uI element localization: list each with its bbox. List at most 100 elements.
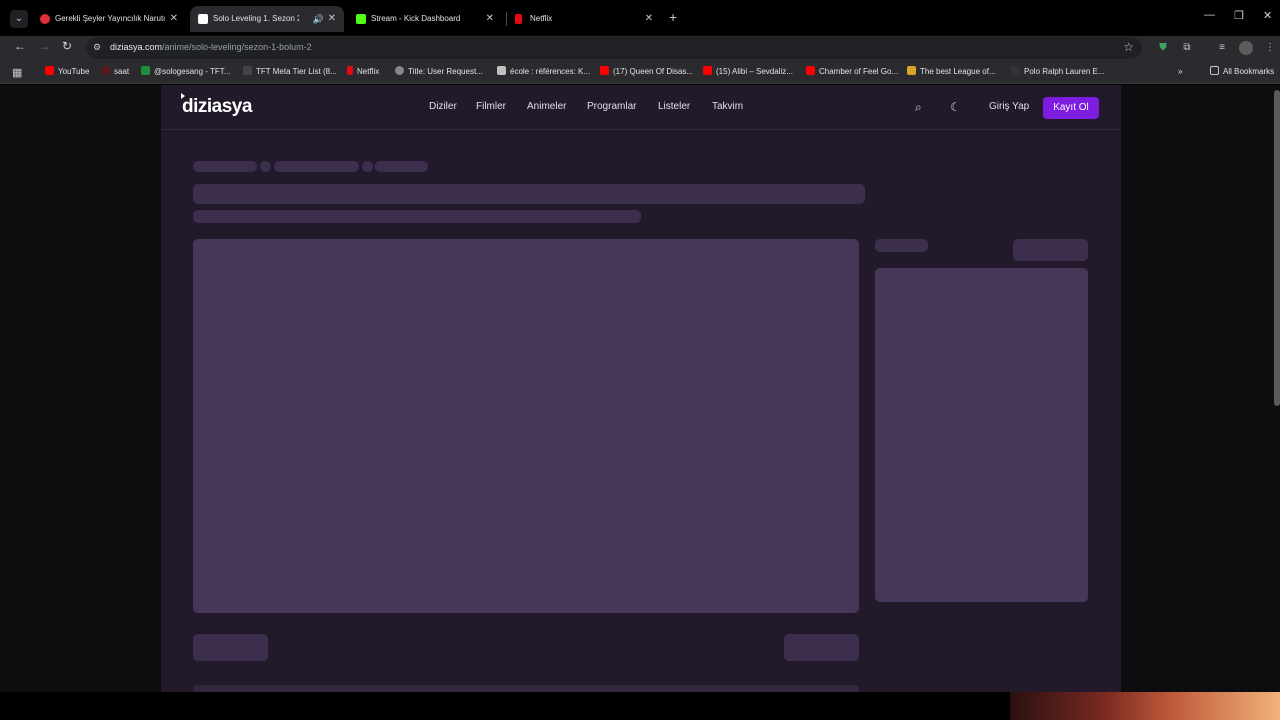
tab-gerekli-seyler[interactable]: Gerekli Şeyler Yayıncılık Naruto ✕ (32, 6, 186, 32)
bookmark-netflix[interactable]: Netflix (347, 66, 379, 78)
back-arrow-icon[interactable]: ← (14, 39, 26, 53)
bookmark-label: (15) Alibi – Sevdaliz... (716, 67, 793, 76)
tab-netflix[interactable]: Netflix ✕ (507, 6, 661, 32)
bookmark-ecole[interactable]: école : références: K... (497, 66, 590, 78)
speaker-icon[interactable]: 🔊 (313, 6, 324, 32)
tab-title: Netflix (530, 14, 553, 23)
dark-mode-moon-icon[interactable]: ☾ (950, 100, 961, 114)
bookmark-tft-meta[interactable]: TFT Meta Tier List (8... (243, 66, 337, 78)
bookmark-youtube[interactable]: YouTube (45, 66, 89, 78)
bookmark-queen-of-disas[interactable]: (17) Queen Of Disas... (600, 66, 693, 78)
bookmark-label: Chamber of Feel Go... (819, 67, 899, 76)
new-tab-button[interactable]: + (669, 9, 677, 25)
polo-icon (1011, 66, 1020, 75)
bookmark-label: saat (114, 67, 130, 76)
tab-favicon-icon (515, 14, 522, 24)
nav-takvim[interactable]: Takvim (712, 101, 743, 112)
close-icon[interactable]: ✕ (645, 6, 653, 32)
url-host: diziasya.com (110, 42, 163, 52)
youtube-icon (806, 66, 815, 75)
nav-diziler[interactable]: Diziler (429, 101, 457, 112)
tab-favicon-icon (40, 14, 50, 24)
reload-icon[interactable]: ↻ (62, 39, 72, 53)
signup-button[interactable]: Kayıt Ol (1043, 97, 1099, 119)
bookmark-label: école : références: K... (510, 67, 591, 76)
bookmark-saat[interactable]: saat (101, 66, 129, 78)
all-bookmarks[interactable]: All Bookmarks (1210, 66, 1274, 78)
login-button[interactable]: Giriş Yap (989, 101, 1029, 112)
page-scrollbar[interactable] (1274, 90, 1280, 406)
profile-avatar[interactable] (1239, 41, 1253, 55)
window-close-icon[interactable]: ✕ (1263, 9, 1272, 22)
extension-shield-icon[interactable]: ⛊ (1156, 41, 1170, 55)
youtube-icon (600, 66, 609, 75)
nav-listeler[interactable]: Listeler (658, 101, 690, 112)
url-path: /anime/solo-leveling/sezon-1-bolum-2 (162, 42, 312, 52)
more-bookmarks-icon[interactable]: » (1178, 66, 1182, 78)
page-icon (497, 66, 506, 75)
skeleton-sidebar-label (875, 239, 928, 252)
tab-title: Stream - Kick Dashboard (371, 14, 461, 23)
site-info-icon[interactable]: ⚙ (93, 42, 101, 53)
bookmark-label: (17) Queen Of Disas... (613, 67, 694, 76)
tab-title: Solo Leveling 1. Sezon 2. Bö (213, 14, 299, 23)
minimize-icon[interactable]: — (1204, 9, 1215, 21)
nav-filmler[interactable]: Filmler (476, 101, 506, 112)
tab-favicon-icon (198, 14, 208, 24)
netflix-icon (347, 66, 353, 75)
bookmark-league[interactable]: The best League of... (907, 66, 996, 78)
tab-strip: ⌄ Gerekli Şeyler Yayıncılık Naruto ✕ Sol… (0, 0, 1280, 36)
bookmark-star-icon[interactable]: ☆ (1123, 40, 1134, 54)
extensions-puzzle-icon[interactable]: ⧉ (1180, 41, 1194, 55)
skeleton-comments (193, 685, 859, 692)
bookmark-label: The best League of... (920, 67, 996, 76)
forward-arrow-icon[interactable]: → (38, 39, 50, 53)
search-icon[interactable]: ⌕ (915, 100, 922, 115)
skeleton-title (193, 184, 865, 204)
bookmark-label: YouTube (58, 67, 90, 76)
bookmark-alibi[interactable]: (15) Alibi – Sevdaliz... (703, 66, 793, 78)
nav-animeler[interactable]: Animeler (527, 101, 566, 112)
skeleton-breadcrumb (375, 161, 428, 172)
page-viewport: diziasya Diziler Filmler Animeler Progra… (0, 85, 1280, 692)
media-controls-icon[interactable]: ≡ (1215, 41, 1229, 55)
bookmark-polo[interactable]: Polo Ralph Lauren E... (1011, 66, 1105, 78)
skeleton-video-player (193, 239, 859, 613)
nav-programlar[interactable]: Programlar (587, 101, 636, 112)
skeleton-breadcrumb-dot (260, 161, 271, 172)
bookmark-user-request[interactable]: Title: User Request... (395, 66, 483, 78)
league-icon (907, 66, 916, 75)
skeleton-subtitle (193, 210, 641, 223)
site-logo[interactable]: diziasya (182, 96, 252, 118)
close-icon[interactable]: ✕ (328, 6, 336, 32)
tab-kick-dashboard[interactable]: Stream - Kick Dashboard ✕ (348, 6, 502, 32)
tft-icon (243, 66, 252, 75)
bookmark-label: Title: User Request... (408, 67, 483, 76)
bookmark-chamber-of-feel[interactable]: Chamber of Feel Go... (806, 66, 898, 78)
skeleton-episode-list (875, 268, 1088, 602)
apps-grid-icon[interactable]: ▦ (12, 66, 22, 79)
bookmark-sologesang[interactable]: @sologesang - TFT... (141, 66, 230, 78)
skeleton-prev-button (193, 634, 268, 661)
address-bar[interactable]: ⚙ diziasya.com/anime/solo-leveling/sezon… (86, 37, 1142, 59)
menu-dots-icon[interactable]: ⋮ (1263, 41, 1277, 55)
bookmarks-bar: ▦ YouTube saat @sologesang - TFT... TFT … (0, 60, 1280, 84)
close-icon[interactable]: ✕ (486, 6, 494, 32)
skeleton-breadcrumb (193, 161, 257, 172)
bookmark-label: @sologesang - TFT... (154, 67, 231, 76)
youtube-icon (703, 66, 712, 75)
plus-icon (141, 66, 150, 75)
restore-icon[interactable]: ❐ (1234, 9, 1244, 22)
site-header: diziasya Diziler Filmler Animeler Progra… (161, 85, 1121, 130)
skeleton-breadcrumb (274, 161, 359, 172)
bookmark-label: Polo Ralph Lauren E... (1024, 67, 1105, 76)
tab-search-chevron-icon[interactable]: ⌄ (10, 10, 28, 28)
skeleton-sidebar-button (1013, 239, 1088, 261)
close-icon[interactable]: ✕ (170, 6, 178, 32)
tab-solo-leveling[interactable]: Solo Leveling 1. Sezon 2. Bö 🔊 ✕ (190, 6, 344, 32)
all-bookmarks-label: All Bookmarks (1223, 67, 1275, 76)
bookmark-label: Netflix (357, 67, 380, 76)
site-container: diziasya Diziler Filmler Animeler Progra… (161, 85, 1121, 692)
folder-icon (1210, 66, 1219, 75)
url-text[interactable]: diziasya.com/anime/solo-leveling/sezon-1… (110, 42, 312, 52)
